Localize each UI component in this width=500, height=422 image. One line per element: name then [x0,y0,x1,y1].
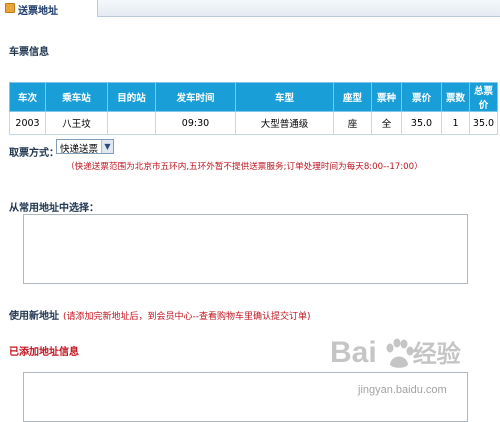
header-price: 票价 [401,82,442,112]
cell-departure-time: 09:30 [155,111,236,135]
ticket-info-title: 车票信息 [9,47,49,58]
tab-label: 送票地址 [18,6,58,17]
pickup-method-label: 取票方式： [9,148,59,159]
common-address-box[interactable] [23,214,468,284]
table-header-row: 车次 乘车站 目的站 发车时间 车型 座型 票种 票价 票数 总票价 [9,82,498,112]
delivery-notice: （快递送票范围为北京市五环内,五环外暂不提供送票服务;订单处理时间为每天8:00… [66,162,423,172]
table-row: 2003 八王坟 09:30 大型普通级 座 全 35.0 1 35.0 [9,111,498,135]
header-quantity: 票数 [441,82,470,112]
paw-icon [386,338,414,368]
header-destination: 目的站 [107,82,156,112]
header-seat-type: 座型 [333,82,372,112]
header-ticket-type: 票种 [371,82,402,112]
header-total-price: 总票价 [469,82,498,112]
ticket-table: 车次 乘车站 目的站 发车时间 车型 座型 票种 票价 票数 总票价 2003 … [9,82,498,135]
added-address-title: 已添加地址信息 [9,347,79,358]
pickup-method-select[interactable]: 快递送票 ▼ [56,139,114,155]
chevron-down-icon[interactable]: ▼ [101,140,113,153]
cell-seat-type: 座 [333,111,372,135]
header-train-no: 车次 [9,82,46,112]
pickup-method-value: 快递送票 [60,144,99,155]
new-address-hint: (请添加完新地址后，到会员中心--查看购物车里确认提交订单) [63,312,311,322]
cell-vehicle-type: 大型普通级 [235,111,334,135]
cell-total-price: 35.0 [469,111,498,135]
cell-destination [107,111,156,135]
header-departure-time: 发车时间 [155,82,236,112]
cell-quantity: 1 [441,111,470,135]
common-address-title: 从常用地址中选择： [9,203,99,214]
cell-ticket-type: 全 [371,111,402,135]
new-address-row: 使用新地址 (请添加完新地址后，到会员中心--查看购物车里确认提交订单) [9,307,311,322]
watermark-url: jingyan.baidu.com [358,384,447,396]
cell-train-no: 2003 [9,111,46,135]
baidu-jingyan-watermark: Bai 经验 jingyan.baidu.com [330,330,500,410]
cell-departure-station: 八王坟 [45,111,108,135]
tab-folder-icon [5,3,15,13]
header-departure-station: 乘车站 [45,82,108,112]
tab-bar: 送票地址 [0,0,500,17]
tab-delivery-address[interactable]: 送票地址 [0,0,98,17]
new-address-label: 使用新地址 [9,311,59,322]
cell-price: 35.0 [401,111,442,135]
header-vehicle-type: 车型 [235,82,334,112]
